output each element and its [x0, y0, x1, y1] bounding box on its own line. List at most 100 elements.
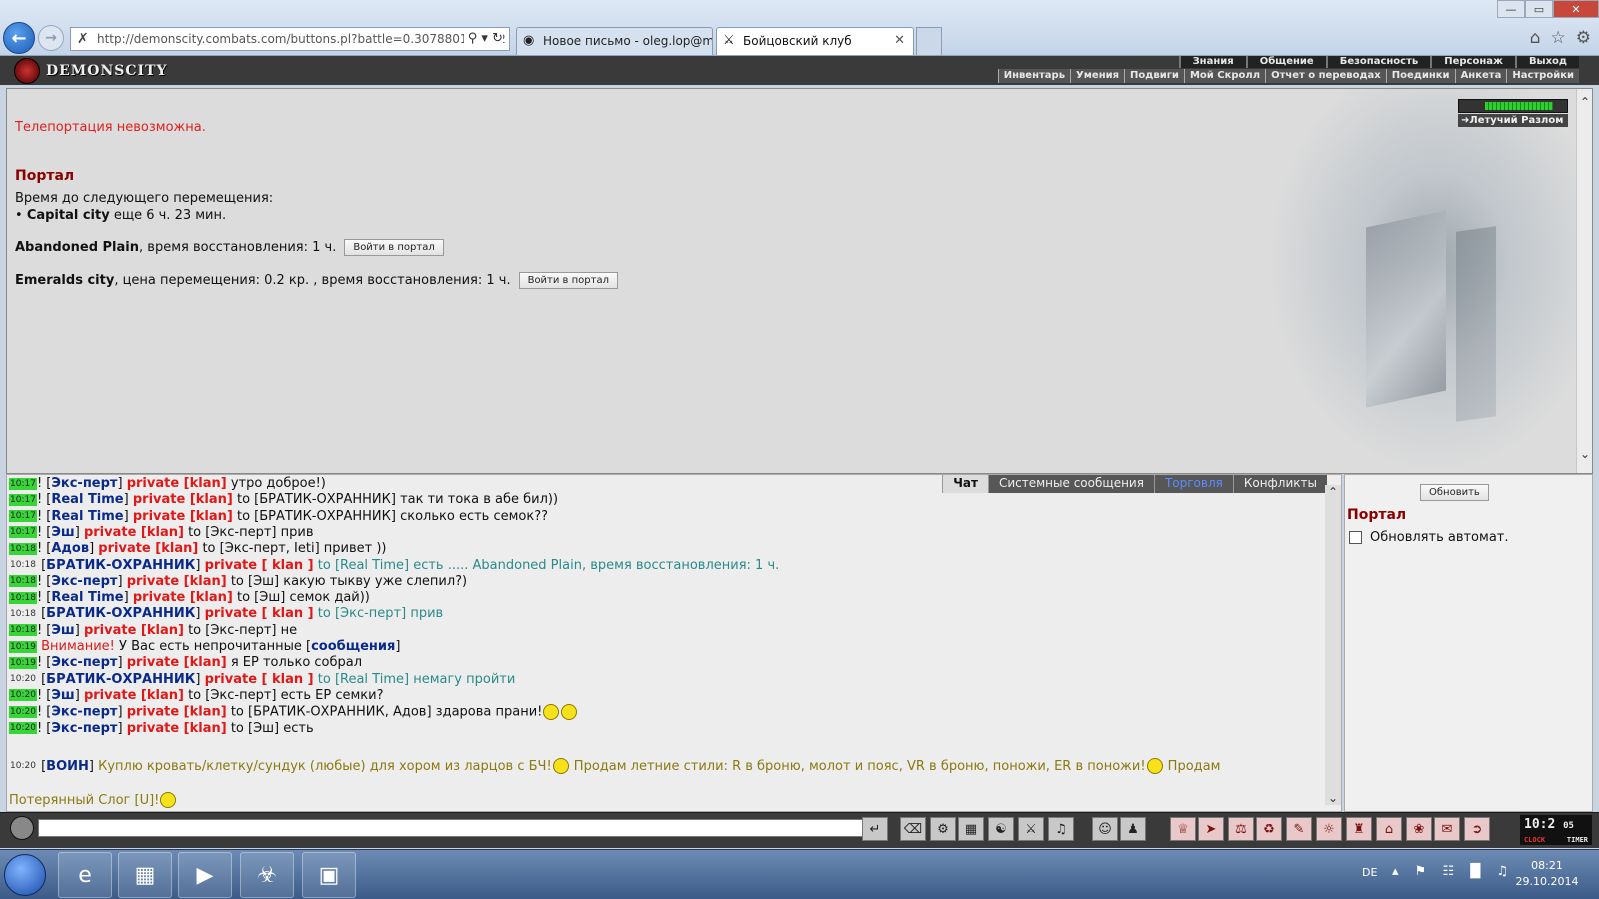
gift-icon[interactable]: ❀ [1406, 817, 1432, 841]
tab-chat[interactable]: Чат [942, 475, 988, 493]
helmet-icon[interactable]: ♜ [1346, 817, 1372, 841]
chat-nick[interactable]: Real Time [51, 509, 123, 524]
chat-scrollbar[interactable]: ⌃ ⌄ [1325, 485, 1341, 805]
close-window-button[interactable]: ✕ [1553, 0, 1599, 18]
tab-system-messages[interactable]: Системные сообщения [987, 475, 1154, 493]
enter-portal-button[interactable]: Войти в портал [344, 239, 444, 256]
chat-timestamp: 10:17 [9, 493, 37, 506]
chat-nick[interactable]: Адов [51, 541, 89, 556]
language-indicator[interactable]: DE [1362, 866, 1377, 879]
tray-icons[interactable]: ▴ ⚑ ☷ █ ♫ [1392, 864, 1514, 879]
tab-mail[interactable]: ◉ Новое письмо - oleg.lop@ma... [516, 27, 713, 55]
scroll-up-icon[interactable]: ⌃ [1580, 95, 1590, 109]
chat-nick[interactable]: Экс-перт [51, 721, 117, 736]
window-controls: — ▭ ✕ [1497, 0, 1599, 18]
refresh-button[interactable]: Обновить [1420, 484, 1489, 501]
video-app-icon[interactable]: ▣ [302, 852, 356, 898]
chat-mode-icon[interactable] [10, 816, 34, 840]
chat-nick[interactable]: Экс-перт [51, 476, 117, 491]
scroll-icon[interactable]: ✎ [1286, 817, 1312, 841]
menu-achievements[interactable]: Подвиги [1124, 69, 1184, 83]
chat-recipient: to [Экс-перт] [188, 687, 281, 703]
back-button[interactable]: ← [3, 22, 35, 54]
chat-nick[interactable]: БРАТИК-ОХРАННИК [46, 606, 195, 621]
send-icon[interactable]: ↵ [862, 817, 888, 841]
menu-profile[interactable]: Анкета [1454, 69, 1507, 83]
media-player-icon[interactable]: ▶ [178, 852, 232, 898]
chat-input[interactable] [38, 819, 878, 837]
minimize-button[interactable]: — [1497, 0, 1525, 18]
address-bar[interactable]: ✗ http://demonscity.combats.com/buttons.… [70, 27, 510, 51]
star-icon[interactable]: ☆ [1551, 28, 1566, 48]
chat-nick[interactable]: Экс-перт [51, 705, 117, 720]
sword-icon[interactable]: ⚔ [1018, 817, 1044, 841]
menu-security[interactable]: Безопасность [1325, 56, 1431, 68]
chat-nick[interactable]: Эш [51, 623, 74, 638]
tab-trade[interactable]: Торговля [1153, 475, 1233, 493]
new-tab-button[interactable] [916, 27, 942, 55]
eraser-icon[interactable]: ⌫ [900, 817, 926, 841]
system-clock[interactable]: 08:21 29.10.2014 [1512, 858, 1582, 890]
tab-conflicts[interactable]: Конфликты [1232, 475, 1327, 493]
players-icon[interactable]: ♟ [1120, 817, 1146, 841]
game-app-icon[interactable]: ☣ [240, 852, 294, 898]
bag-icon[interactable]: ♕ [1170, 817, 1196, 841]
menu-my-scroll[interactable]: Мой Скролл [1183, 69, 1265, 83]
scroll-down-icon[interactable]: ⌄ [1328, 791, 1338, 805]
auto-refresh-option[interactable]: Обновлять автомат. [1349, 530, 1509, 545]
chest-icon[interactable]: ♻ [1256, 817, 1282, 841]
forward-button[interactable]: → [38, 25, 64, 51]
potion-icon[interactable]: ⚖ [1228, 817, 1254, 841]
menu-communication[interactable]: Общение [1245, 56, 1326, 68]
save-icon[interactable]: ▦ [958, 817, 984, 841]
gear-icon[interactable]: ⚙ [1576, 28, 1591, 48]
menu-skills[interactable]: Умения [1070, 69, 1124, 83]
chat-nick[interactable]: Real Time [51, 492, 123, 507]
fight-icon[interactable]: ☯ [988, 817, 1014, 841]
chat-nick[interactable]: Эш [51, 688, 74, 703]
location-name[interactable]: ➜Летучий Разлом [1458, 114, 1568, 127]
chat-nick[interactable]: Эш [51, 525, 74, 540]
start-button[interactable] [4, 854, 46, 896]
chat-timestamp: 10:18 [9, 542, 37, 555]
enter-portal-button[interactable]: Войти в портал [518, 272, 618, 289]
sound-icon[interactable]: ♫ [1048, 817, 1074, 841]
scroll-down-icon[interactable]: ⌄ [1580, 447, 1590, 461]
close-tab-icon[interactable]: ✕ [894, 33, 905, 48]
chat-nick[interactable]: Экс-перт [51, 655, 117, 670]
explorer-icon[interactable]: ▦ [118, 852, 172, 898]
chat-nick[interactable]: БРАТИК-ОХРАННИК [46, 558, 195, 573]
warning-label: Внимание! [41, 639, 115, 654]
chat-nick[interactable]: БРАТИК-ОХРАННИК [46, 672, 195, 687]
auto-refresh-checkbox[interactable] [1349, 531, 1362, 544]
menu-exit[interactable]: Выход [1514, 56, 1579, 68]
menu-knowledge[interactable]: Знания [1178, 56, 1246, 68]
location-widget: ➜Летучий Разлом [1458, 99, 1568, 127]
chat-timestamp: 10:18 [10, 560, 36, 570]
home-icon[interactable]: ⌂ [1530, 28, 1541, 48]
arrow-icon[interactable]: ➤ [1198, 817, 1224, 841]
menu-transfers[interactable]: Отчет о переводах [1265, 69, 1386, 83]
menu-character[interactable]: Персонаж [1430, 56, 1515, 68]
house-icon[interactable]: ⌂ [1376, 817, 1402, 841]
menu-settings[interactable]: Настройки [1506, 69, 1579, 83]
chat-nick[interactable]: Экс-перт [51, 574, 117, 589]
emeralds-line: Emeralds city, цена перемещения: 0.2 кр.… [15, 272, 618, 289]
menu-inventory[interactable]: Инвентарь [997, 69, 1070, 83]
tab-combats[interactable]: ⚔ Бойцовский клуб ✕ [716, 27, 914, 55]
chat-nick[interactable]: Real Time [51, 590, 123, 605]
menu-battles[interactable]: Поединки [1385, 69, 1455, 83]
chat-nick[interactable]: ВОИН [46, 759, 89, 774]
filter-icon[interactable]: ⚙ [930, 817, 956, 841]
message-icon[interactable]: ✉ [1434, 817, 1460, 841]
messages-link[interactable]: сообщения [311, 639, 395, 654]
mask-icon[interactable]: ☼ [1316, 817, 1342, 841]
search-refresh-icon[interactable]: ⚲ ▾ ↻ [463, 31, 503, 46]
scroll-up-icon[interactable]: ⌃ [1328, 485, 1338, 499]
smiley-icon[interactable]: ☺ [1092, 817, 1118, 841]
exit-icon[interactable]: ➲ [1464, 817, 1490, 841]
maximize-button[interactable]: ▭ [1525, 0, 1553, 18]
ie-icon[interactable]: e [58, 852, 112, 898]
main-scrollbar[interactable]: ⌃ ⌄ [1576, 89, 1592, 473]
abandoned-info: , время восстановления: 1 ч. [139, 240, 337, 255]
